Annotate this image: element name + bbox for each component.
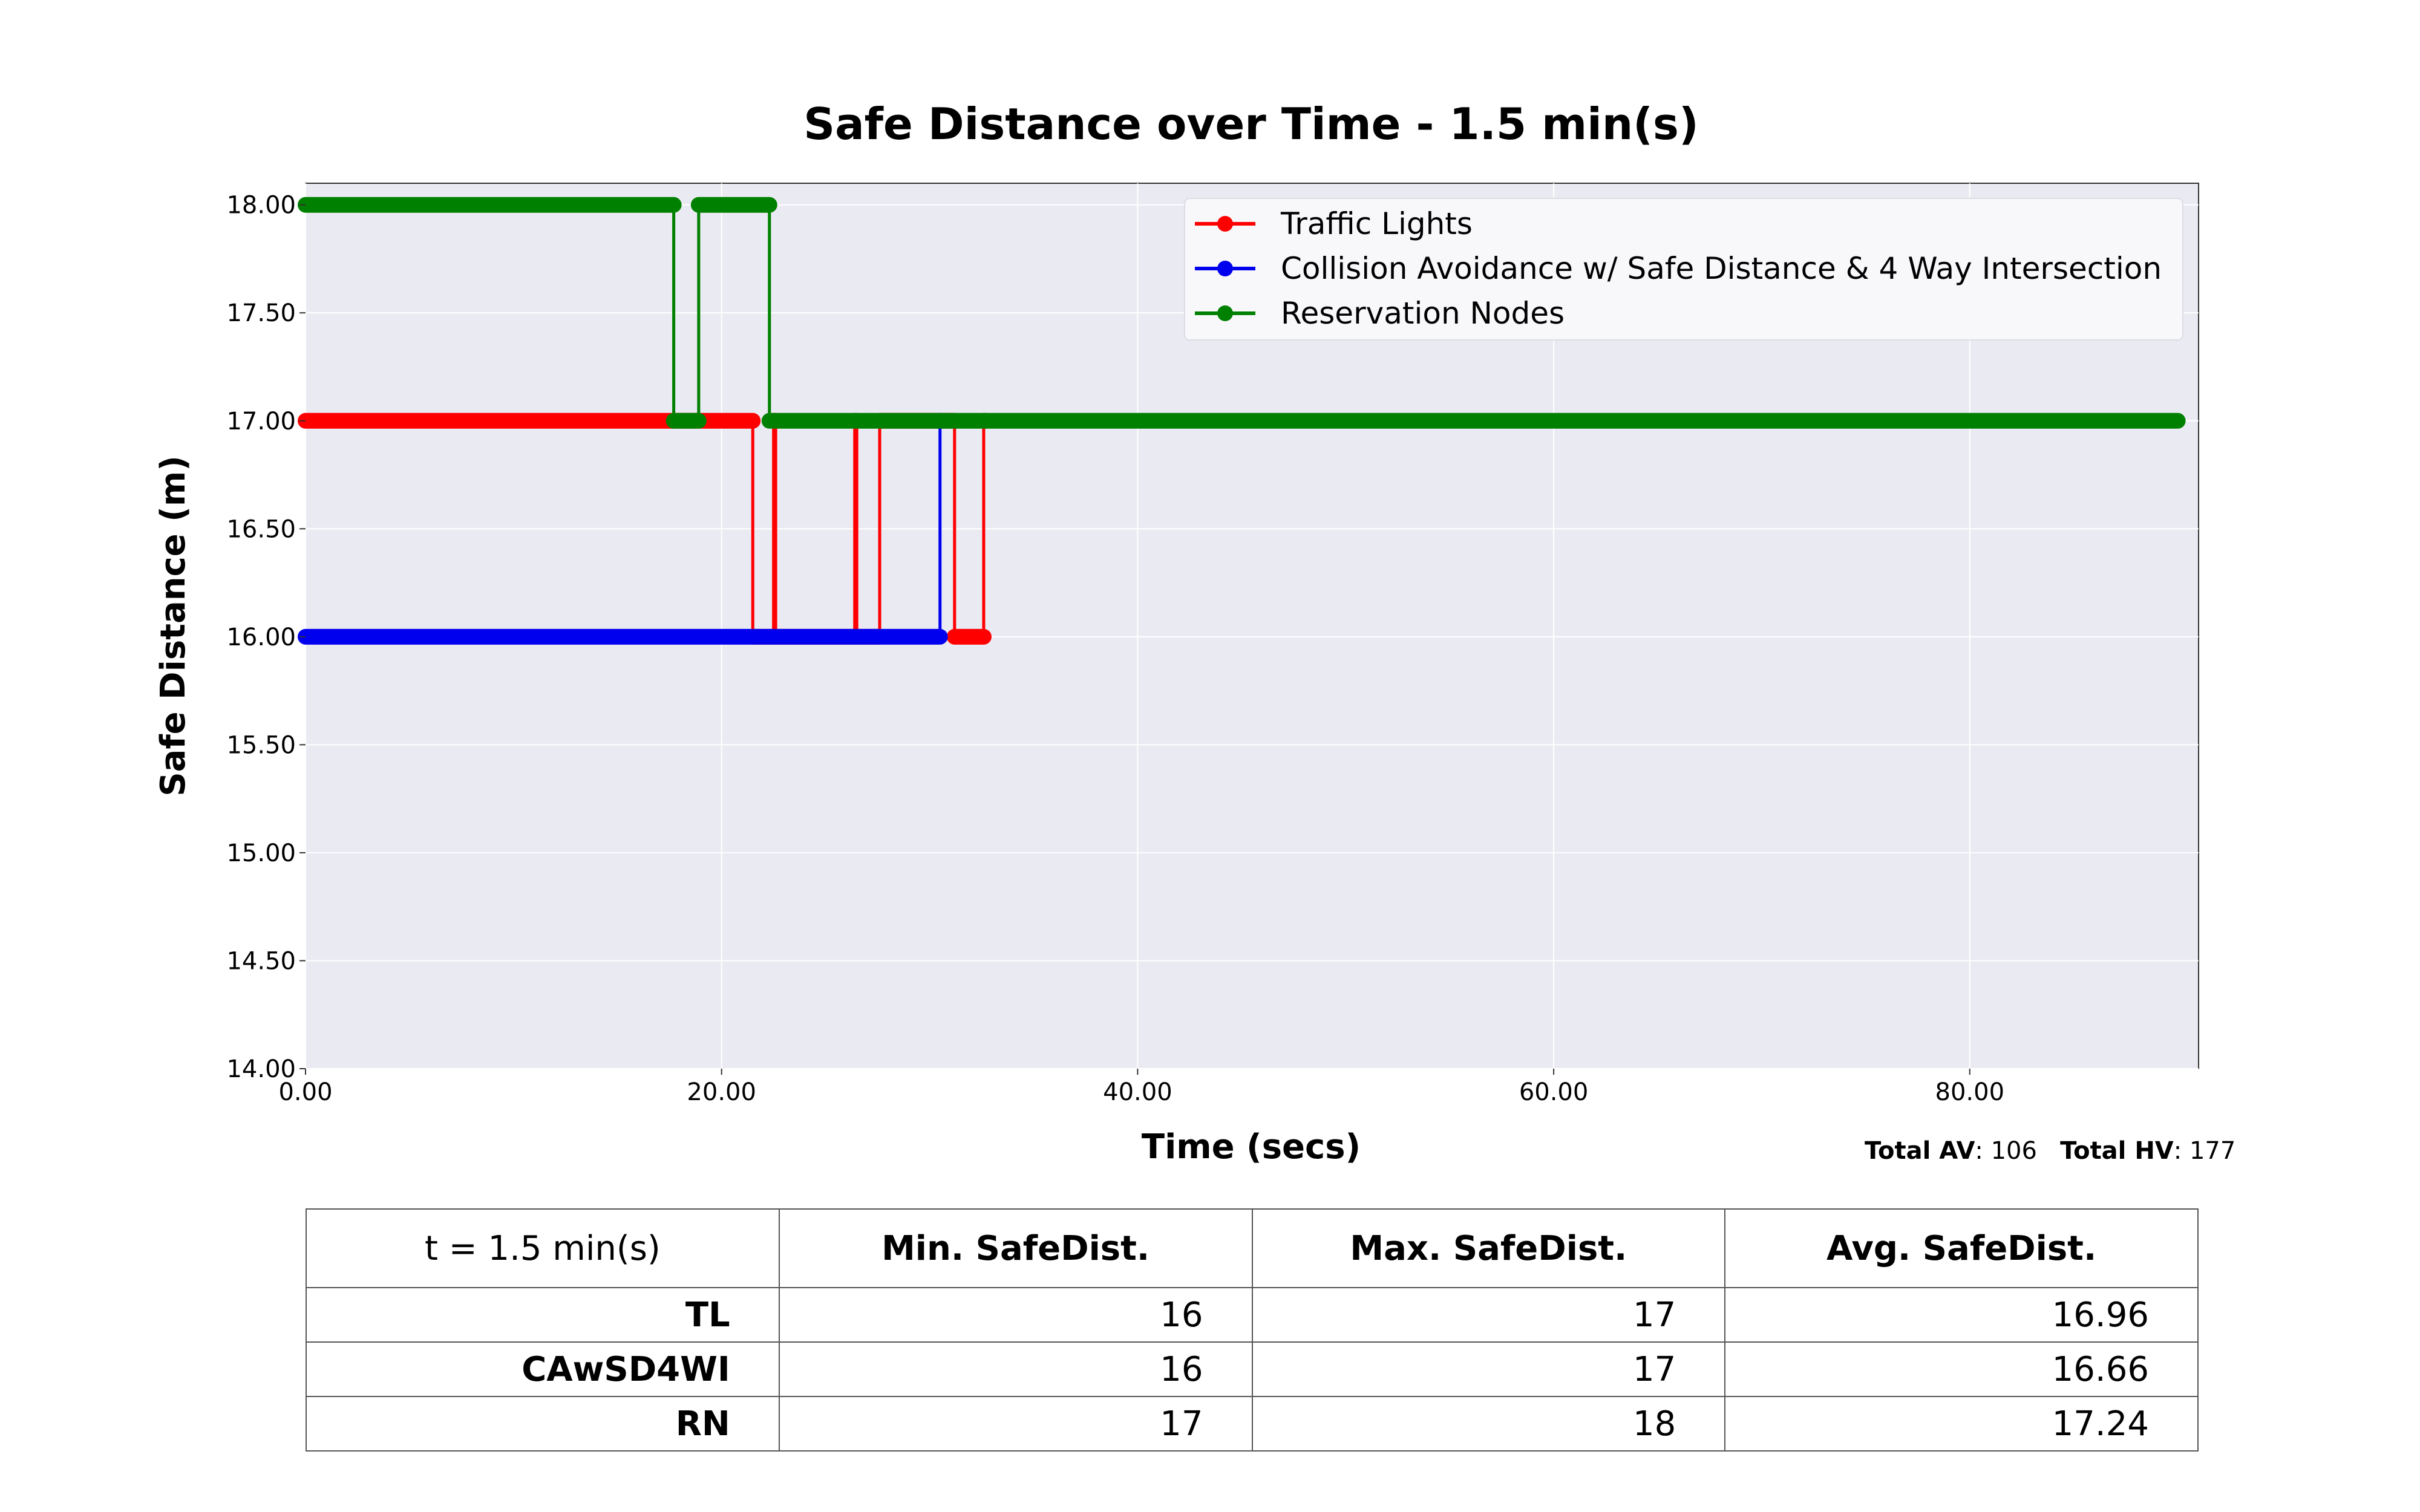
cell-max: 17	[1251, 1287, 1726, 1343]
legend-label-traffic-lights: Traffic Lights	[1280, 206, 1473, 241]
y-axis-label: Safe Distance (m)	[154, 455, 193, 797]
safe-distance-stats-table: t = 1.5 min(s) Min. SafeDist. Max. SafeD…	[306, 1208, 2199, 1452]
y-tick-label: 14.50	[226, 947, 296, 975]
cell-max: 17	[1251, 1341, 1726, 1397]
row-label: RN	[306, 1396, 780, 1452]
y-tick-label: 16.00	[226, 624, 296, 651]
total-hv-value: : 177	[2173, 1137, 2236, 1165]
total-av-label: Total AV	[1865, 1137, 1975, 1165]
x-axis-label: Time (secs)	[1142, 1127, 1361, 1167]
header-max-safedist: Max. SafeDist.	[1251, 1208, 1726, 1288]
table-row: CAwSD4WI 16 17 16.66	[306, 1341, 2199, 1397]
x-tick-label: 40.00	[1103, 1078, 1172, 1106]
x-tick-label: 20.00	[687, 1078, 756, 1106]
total-hv-label: Total HV	[2060, 1137, 2174, 1165]
y-tick-label: 14.00	[226, 1055, 296, 1083]
y-tick-label: 16.50	[226, 515, 296, 543]
y-tick-label: 15.00	[226, 839, 296, 867]
cell-avg: 16.96	[1724, 1287, 2199, 1343]
table-row: RN 17 18 17.24	[306, 1396, 2199, 1452]
row-label: CAwSD4WI	[306, 1341, 780, 1397]
row-label: TL	[306, 1287, 780, 1343]
x-tick-label: 60.00	[1519, 1078, 1589, 1106]
legend-marker-collision-avoidance	[1217, 261, 1233, 276]
header-min-safedist: Min. SafeDist.	[778, 1208, 1253, 1288]
legend-marker-reservation-nodes	[1217, 305, 1233, 321]
y-tick-label: 18.00	[226, 192, 296, 220]
vehicle-totals: Total AV: 106 Total HV: 177	[1865, 1137, 2235, 1165]
cell-max: 18	[1251, 1396, 1726, 1452]
y-tick-label: 17.50	[226, 299, 296, 327]
table-header-row: t = 1.5 min(s) Min. SafeDist. Max. SafeD…	[306, 1208, 2199, 1288]
legend-label-reservation-nodes: Reservation Nodes	[1281, 296, 1565, 331]
legend: Traffic Lights Collision Avoidance w/ Sa…	[1184, 198, 2183, 341]
cell-min: 17	[778, 1396, 1253, 1452]
legend-marker-traffic-lights	[1217, 216, 1233, 232]
cell-min: 16	[778, 1341, 1253, 1397]
table-row: TL 16 17 16.96	[306, 1287, 2199, 1343]
x-tick-label: 80.00	[1935, 1078, 2005, 1106]
table-corner-cell: t = 1.5 min(s)	[306, 1208, 780, 1288]
cell-avg: 17.24	[1724, 1396, 2199, 1452]
legend-label-collision-avoidance: Collision Avoidance w/ Safe Distance & 4…	[1281, 251, 2162, 286]
cell-avg: 16.66	[1724, 1341, 2199, 1397]
y-tick-label: 17.00	[226, 408, 296, 435]
total-av-value: : 106	[1975, 1137, 2037, 1165]
cell-min: 16	[778, 1287, 1253, 1343]
chart-title: Safe Distance over Time - 1.5 min(s)	[803, 99, 1699, 149]
y-tick-label: 15.50	[226, 731, 296, 759]
header-avg-safedist: Avg. SafeDist.	[1724, 1208, 2199, 1288]
